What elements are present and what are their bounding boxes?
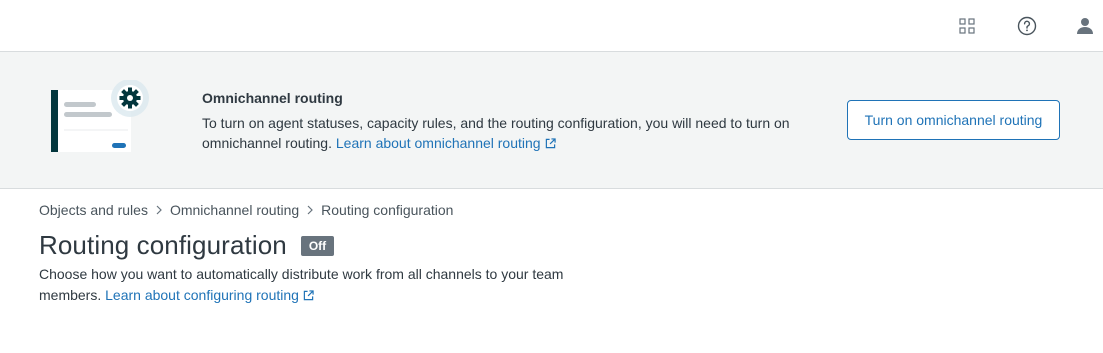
apps-grid-icon[interactable]	[955, 14, 979, 38]
banner-text: To turn on agent statuses, capacity rule…	[202, 113, 812, 154]
page-title: Routing configuration	[39, 230, 287, 260]
page-description: Choose how you want to automatically dis…	[39, 264, 599, 307]
learn-configuring-routing-link-label: Learn about configuring routing	[105, 287, 299, 303]
omnichannel-banner: Omnichannel routing To turn on agent sta…	[0, 52, 1103, 189]
learn-omnichannel-link-label: Learn about omnichannel routing	[335, 135, 541, 151]
breadcrumb-omnichannel-routing[interactable]: Omnichannel routing	[170, 202, 299, 218]
learn-omnichannel-link[interactable]: Learn about omnichannel routing	[336, 135, 556, 151]
status-badge: Off	[300, 235, 335, 256]
external-link-icon	[303, 286, 314, 307]
banner-title: Omnichannel routing	[202, 90, 343, 106]
breadcrumb-objects-and-rules[interactable]: Objects and rules	[39, 202, 148, 218]
breadcrumb: Objects and rules Omnichannel routing Ro…	[39, 202, 453, 218]
routing-illustration	[50, 79, 150, 160]
top-bar	[0, 0, 1103, 52]
user-icon[interactable]	[1073, 14, 1097, 38]
help-icon[interactable]	[1015, 14, 1039, 38]
turn-on-omnichannel-button[interactable]: Turn on omnichannel routing	[847, 100, 1060, 140]
chevron-right-icon	[155, 205, 163, 215]
external-link-icon	[545, 134, 556, 154]
breadcrumb-routing-configuration: Routing configuration	[321, 202, 454, 218]
chevron-right-icon	[306, 205, 314, 215]
page-header: Routing configuration Off	[39, 230, 335, 261]
learn-configuring-routing-link[interactable]: Learn about configuring routing	[105, 287, 314, 303]
